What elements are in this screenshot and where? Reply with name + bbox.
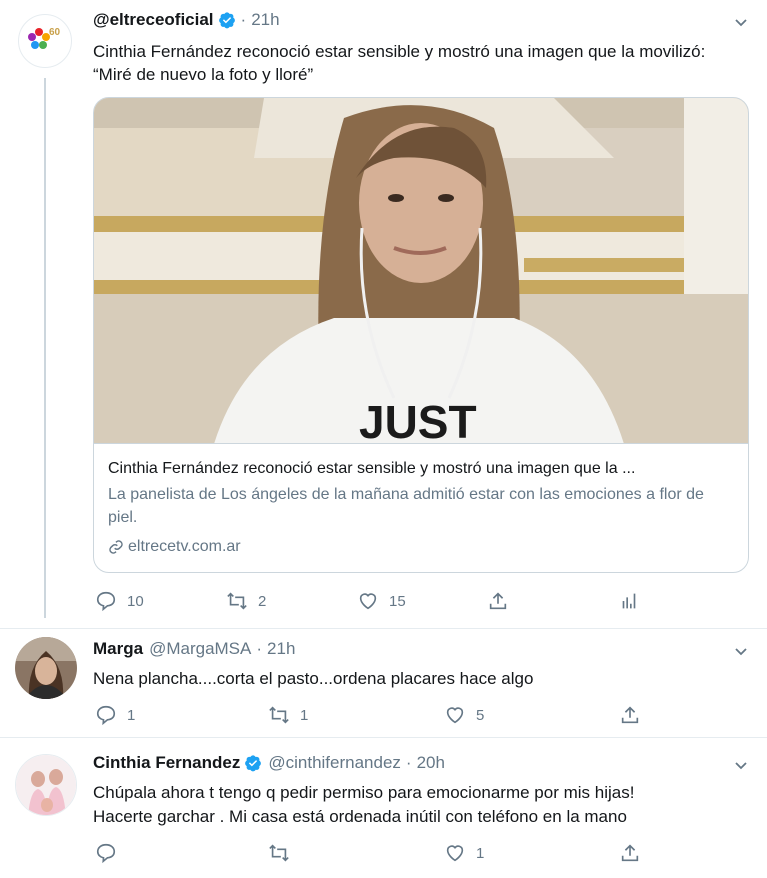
heart-icon [446,845,464,862]
card-title: Cinthia Fernández reconoció estar sensib… [108,460,636,477]
verified-icon [218,12,235,29]
reply-count: 1 [127,706,136,724]
tweet-time[interactable]: 21h [251,10,279,30]
retweet-button[interactable]: 1 [268,704,308,726]
tweet-actions: 1 1 5 [0,704,767,728]
share-button[interactable] [619,704,641,726]
reply-tweet-marga[interactable]: Marga @MargaMSA · 21h Nena plancha....co… [0,629,767,737]
like-count: 15 [389,592,406,610]
link-card[interactable]: JUST Cinthia Fernández reconoció estar s… [93,97,749,573]
retweet-icon [227,592,247,610]
link-icon [109,540,123,554]
tweet-text-line-1: Chúpala ahora t tengo q pedir permiso pa… [93,783,635,802]
retweet-count: 1 [300,706,309,724]
retweet-button[interactable] [268,842,290,864]
heart-icon [446,707,464,724]
card-link-text: eltrecetv.com.ar [128,538,241,555]
cinthia-avatar[interactable] [15,754,77,816]
tweet-time[interactable]: 20h [417,753,445,773]
avatar-badge-text: 60 [49,27,61,38]
analytics-button[interactable] [618,590,640,612]
tweet-text: Cinthia Fernández reconoció estar sensib… [93,42,706,84]
author-name[interactable]: @eltreceoficial [93,10,214,30]
reply-button[interactable] [95,842,117,864]
verified-icon [245,755,262,772]
share-button[interactable] [619,842,641,864]
author-name[interactable]: Marga [93,639,143,659]
tweet-actions: 10 2 15 [0,590,767,614]
separator-dot: · [256,639,263,658]
retweet-icon [269,706,289,724]
chevron-down-icon[interactable] [733,643,749,659]
reply-count: 10 [127,592,144,610]
thread-line [44,78,46,618]
like-count: 5 [476,706,485,724]
share-icon [621,706,639,724]
reply-header: Cinthia Fernandez @cinthifernandez · 20h [93,753,445,773]
share-button[interactable] [487,590,509,612]
reply-icon [96,705,116,726]
author-name[interactable]: Cinthia Fernandez [93,753,240,773]
marga-avatar[interactable] [15,637,77,699]
tweet-actions: 1 [0,842,767,866]
tweet-time[interactable]: 21h [267,639,295,659]
reply-tweet-cinthia[interactable]: Cinthia Fernandez @cinthifernandez · 20h… [0,738,767,878]
chevron-down-icon[interactable] [733,757,749,773]
like-button[interactable]: 1 [444,842,484,864]
reply-button[interactable]: 1 [95,704,135,726]
like-button[interactable]: 5 [444,704,484,726]
like-count: 1 [476,844,485,862]
share-icon [489,592,507,610]
analytics-icon [622,593,636,609]
heart-icon [359,593,377,610]
like-button[interactable]: 15 [357,590,406,612]
reply-header: Marga @MargaMSA · 21h [93,639,295,659]
tweet-text-line-2: Hacerte garchar . Mi casa está ordenada … [93,807,627,826]
reply-icon [96,843,116,864]
eltrece-avatar[interactable]: 60 [18,14,72,68]
author-handle[interactable]: @cinthifernandez [268,753,401,773]
reply-button[interactable]: 10 [95,590,144,612]
share-icon [621,844,639,862]
card-description: La panelista de Los ángeles de la mañana… [108,486,704,526]
card-image[interactable]: JUST [94,98,748,444]
author-handle[interactable]: @MargaMSA [149,639,251,659]
reply-icon [96,591,116,612]
retweet-icon [269,844,289,862]
retweet-count: 2 [258,592,267,610]
chevron-down-icon[interactable] [733,14,749,30]
shirt-text: JUST [359,396,477,444]
separator-dot: · [240,10,247,29]
tweet-main[interactable]: 60 @eltreceoficial · 21h Cinthia Fernánd… [0,0,767,628]
card-link[interactable]: eltrecetv.com.ar [108,538,241,556]
retweet-button[interactable]: 2 [226,590,266,612]
tweet-text: Nena plancha....corta el pasto...ordena … [93,669,534,688]
separator-dot: · [405,753,412,772]
tweet-header: @eltreceoficial · 21h [93,10,280,30]
